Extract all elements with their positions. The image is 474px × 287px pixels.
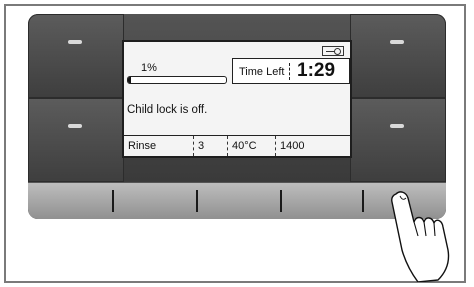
indicator-light (68, 124, 82, 128)
bottom-left-button[interactable] (28, 98, 124, 182)
key-icon (322, 46, 344, 56)
indicator-light (390, 124, 404, 128)
progress-bar (127, 76, 227, 84)
indicator-light (68, 40, 82, 44)
temperature: 40°C (228, 136, 276, 156)
progress-percent: 1% (141, 62, 157, 74)
top-right-button[interactable] (350, 14, 446, 98)
time-left-label: Time Left (239, 66, 285, 78)
bottom-right-button[interactable] (350, 98, 446, 182)
rinse-count: 3 (194, 136, 228, 156)
softkey-2[interactable] (114, 183, 196, 219)
control-panel: 1% Time Left 1:29 Child lock is off. Rin… (28, 14, 446, 219)
softkey-3[interactable] (198, 183, 280, 219)
lcd-display: 1% Time Left 1:29 Child lock is off. Rin… (122, 40, 352, 158)
indicator-light (390, 40, 404, 44)
softkey-1[interactable] (28, 183, 112, 219)
softkey-bar (28, 182, 446, 219)
top-left-button[interactable] (28, 14, 124, 98)
spin-speed: 1400 (280, 140, 305, 152)
time-left-value: 1:29 (297, 60, 336, 81)
status-message: Child lock is off. (127, 104, 208, 116)
time-left-box: Time Left 1:29 (232, 58, 350, 84)
pointing-hand-icon (391, 191, 450, 282)
softkey-4[interactable] (282, 183, 362, 219)
time-separator (289, 63, 290, 80)
progress-fill (128, 77, 131, 83)
program-status-row: Rinse 3 40°C 1400 (124, 135, 350, 156)
program-name: Rinse (124, 136, 194, 156)
